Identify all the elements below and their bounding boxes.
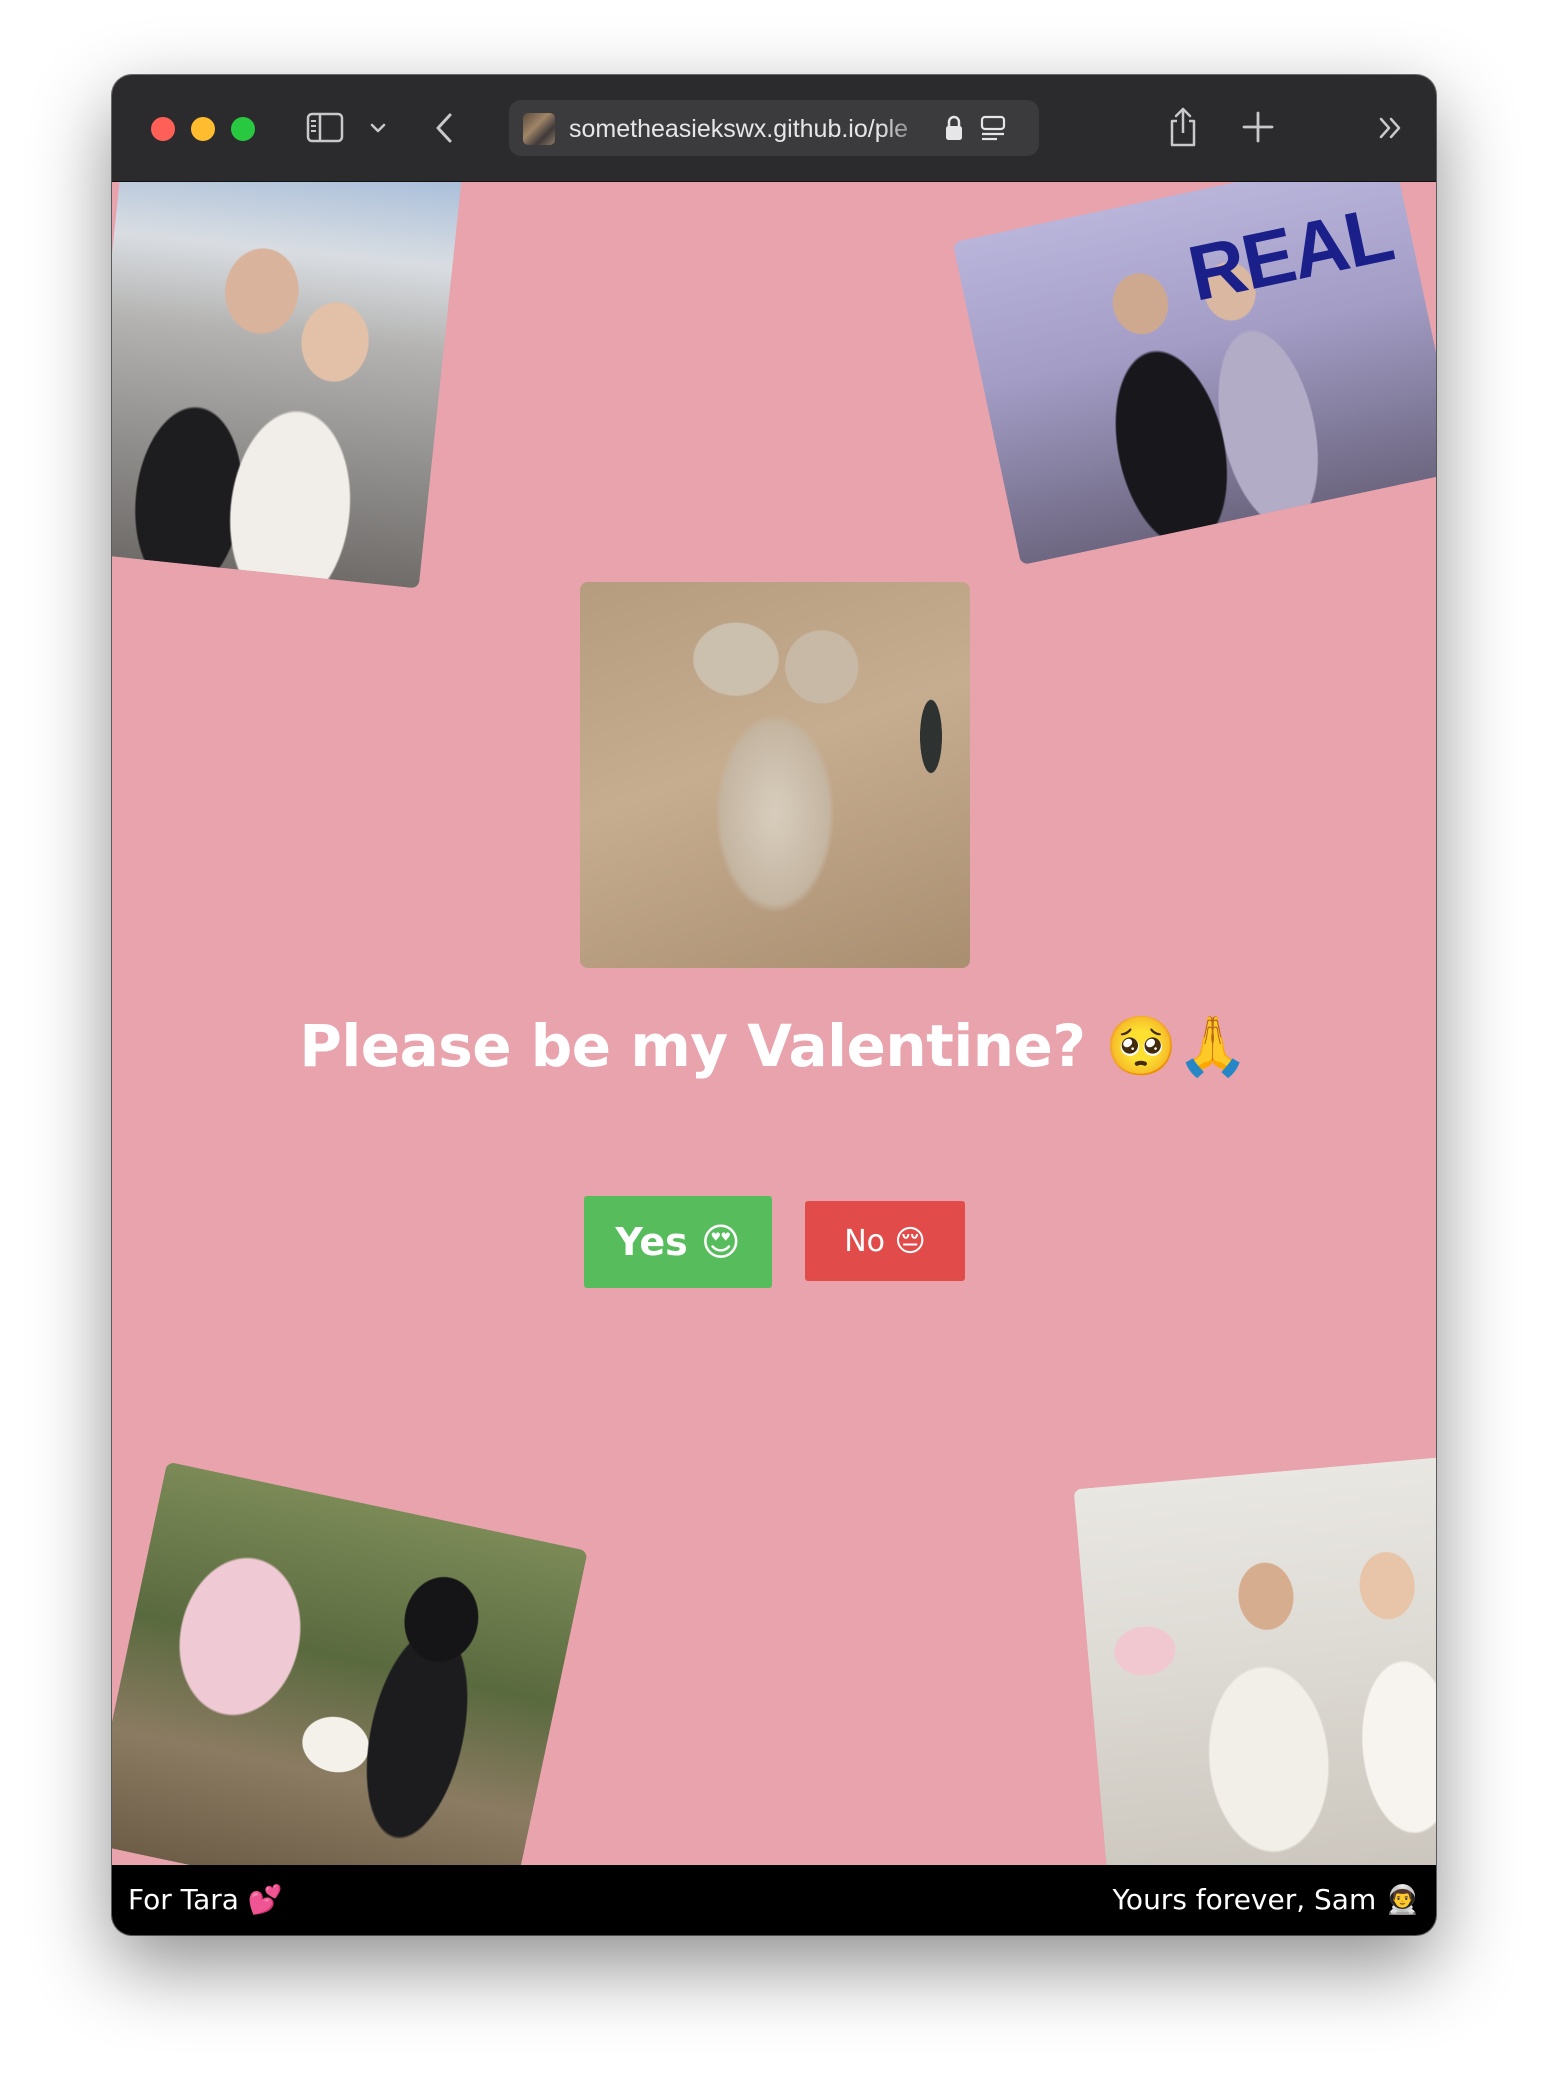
browser-toolbar: sometheasiekswx.github.io/ple [112,75,1436,182]
sidebar-icon[interactable] [306,111,346,145]
share-icon[interactable] [1166,105,1200,149]
page-footer: For Tara 💕 Yours forever, Sam 👨‍🚀 [112,1865,1436,1935]
more-icon[interactable] [1376,113,1406,143]
lock-icon [943,114,965,142]
browser-window: sometheasiekswx.github.io/ple REAL Pleas… [112,75,1436,1935]
no-button[interactable]: No 😔 [805,1201,965,1281]
footer-signature: Yours forever, Sam 👨‍🚀 [1112,1883,1420,1916]
page-viewport: REAL Please be my Valentine? 🥺🙏 Yes 😍 No… [112,182,1436,1865]
reader-icon[interactable] [979,114,1007,142]
back-icon[interactable] [432,109,458,147]
photo-couple-store: REAL [952,182,1436,566]
zoom-window-button[interactable] [231,117,255,141]
photo-couple-street [112,182,464,589]
url-text[interactable]: sometheasiekswx.github.io/ple [569,114,935,144]
minimize-window-button[interactable] [191,117,215,141]
footer-dedication: For Tara 💕 [128,1883,283,1916]
photo-couple-flowers [112,1461,588,1865]
valentine-question: Please be my Valentine? 🥺🙏 [299,1012,1249,1080]
yes-button[interactable]: Yes 😍 [584,1196,772,1288]
close-window-button[interactable] [151,117,175,141]
photo-cat-gif [580,582,970,968]
chevron-down-icon[interactable] [368,115,388,141]
store-sign-text: REAL [1181,189,1400,318]
photo-couple-party [1073,1456,1436,1865]
new-tab-icon[interactable] [1240,109,1276,145]
site-favicon [523,113,555,145]
address-bar[interactable]: sometheasiekswx.github.io/ple [509,100,1039,156]
